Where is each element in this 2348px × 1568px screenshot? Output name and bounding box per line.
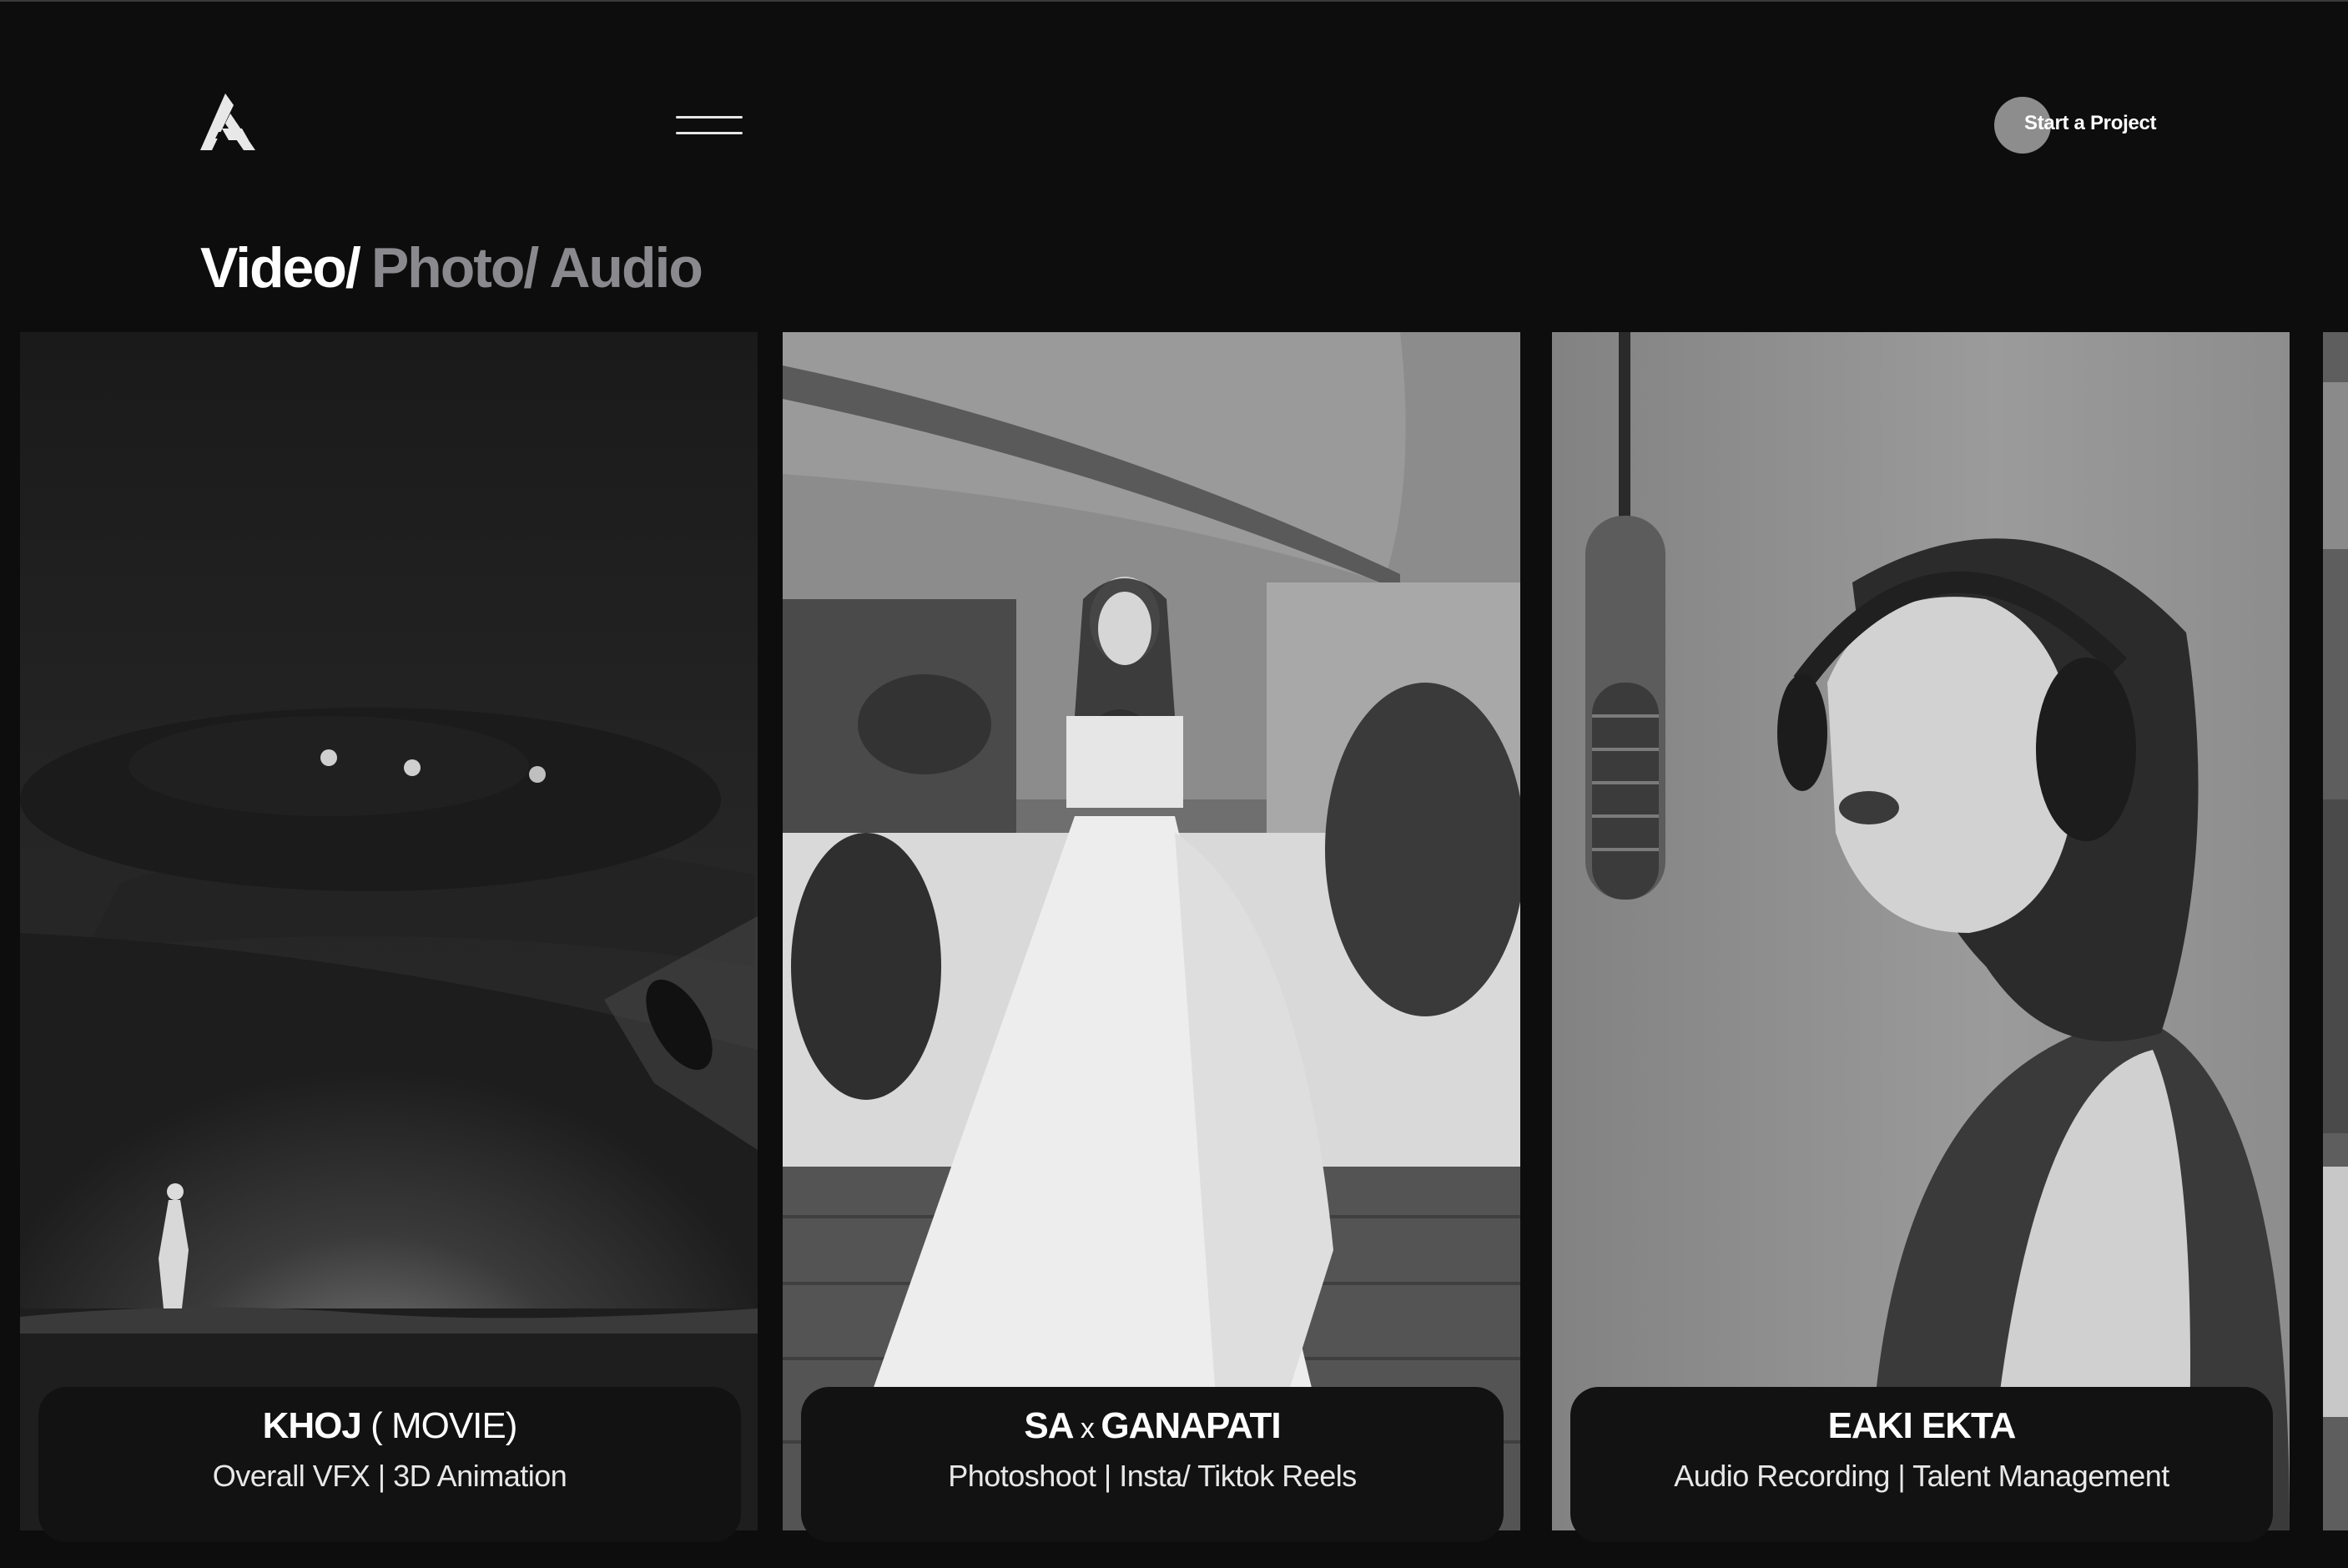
title-main: KHOJ bbox=[262, 1405, 362, 1446]
start-project-button[interactable]: Start a Project bbox=[1994, 97, 2161, 155]
title-light: ( MOVIE) bbox=[370, 1405, 517, 1446]
menu-bar-top bbox=[676, 116, 743, 118]
title-main: SA bbox=[1024, 1405, 1074, 1446]
next-card-image bbox=[2323, 332, 2348, 1530]
card-info-khoj[interactable]: KHOJ ( MOVIE) Overall VFX | 3D Animation bbox=[38, 1387, 741, 1542]
card-info-sa-ganapati[interactable]: SA x GANAPATI Photoshoot | Insta/ Tiktok… bbox=[801, 1387, 1504, 1542]
title-sep: x bbox=[1073, 1413, 1101, 1444]
tab-video[interactable]: Video/ bbox=[200, 236, 361, 300]
card-subtitle-khoj: Overall VFX | 3D Animation bbox=[212, 1459, 567, 1493]
project-card-sa-ganapati[interactable] bbox=[783, 332, 1520, 1530]
card-subtitle-eaki-ekta: Audio Recording | Talent Management bbox=[1674, 1459, 2169, 1493]
hamburger-menu-icon[interactable] bbox=[676, 113, 743, 139]
card-subtitle-sa-ganapati: Photoshoot | Insta/ Tiktok Reels bbox=[948, 1459, 1357, 1493]
tab-audio[interactable]: Audio bbox=[549, 236, 703, 300]
category-tabs: Video/Photo/Audio bbox=[200, 235, 703, 300]
top-border bbox=[0, 0, 2348, 2]
menu-bar-bottom bbox=[676, 132, 743, 134]
sa-ganapati-image bbox=[783, 332, 1520, 1530]
start-project-label: Start a Project bbox=[2024, 112, 2157, 134]
title-sep bbox=[361, 1405, 370, 1446]
eaki-ekta-image bbox=[1552, 332, 2290, 1530]
khoj-image bbox=[20, 332, 758, 1530]
card-title-eaki-ekta: EAKI EKTA bbox=[1827, 1405, 2017, 1446]
title-second: GANAPATI bbox=[1101, 1405, 1281, 1446]
project-card-next-partial[interactable] bbox=[2323, 332, 2348, 1530]
card-title-sa-ganapati: SA x GANAPATI bbox=[801, 1405, 1504, 1447]
brand-logo[interactable] bbox=[200, 92, 255, 152]
tab-photo[interactable]: Photo/ bbox=[371, 236, 540, 300]
card-info-eaki-ekta[interactable]: EAKI EKTA Audio Recording | Talent Manag… bbox=[1570, 1387, 2273, 1542]
card-title-khoj: KHOJ ( MOVIE) bbox=[38, 1405, 741, 1447]
project-card-khoj[interactable] bbox=[20, 332, 758, 1530]
project-card-eaki-ekta[interactable] bbox=[1552, 332, 2290, 1530]
